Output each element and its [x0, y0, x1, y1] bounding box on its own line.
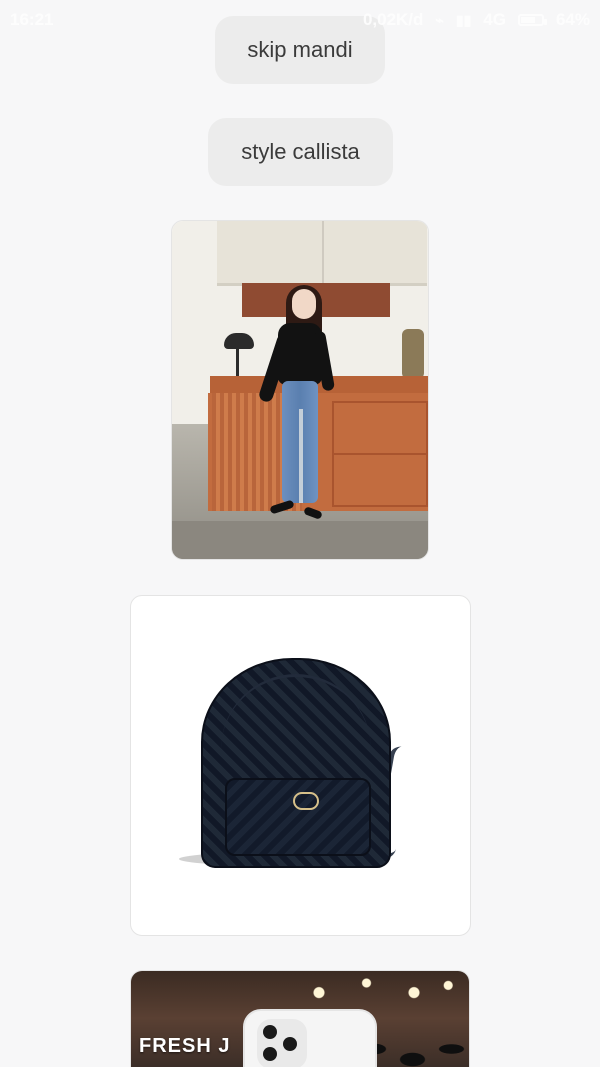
battery-fill: [520, 17, 536, 23]
chip-label: style callista: [241, 139, 360, 164]
photo-lamp: [224, 333, 254, 349]
status-bar: 16:21 0,02K/d ⌁ ▮▮ 4G 64%: [0, 0, 600, 40]
backpack-pocket: [225, 778, 371, 856]
photo-counter-door: [332, 453, 428, 507]
photo-counter-door: [332, 401, 428, 455]
battery-percent: 64%: [555, 10, 590, 29]
backpack-logo: [293, 792, 319, 810]
wifi-icon: ⌁: [435, 11, 444, 28]
status-right-group: 0,02K/d ⌁ ▮▮ 4G 64%: [363, 10, 590, 30]
quick-reply-chip-style-callista[interactable]: style callista: [208, 118, 393, 186]
photo-window: [217, 221, 427, 286]
photo-sign-text: FRESH J: [139, 1035, 231, 1057]
photo-leg-gap: [299, 409, 303, 503]
signal-icon: ▮▮: [455, 11, 472, 28]
photo-shoe: [269, 499, 295, 515]
photo-shoe: [303, 506, 323, 520]
photo-plant: [402, 329, 424, 379]
photo-camera-lens: [263, 1047, 277, 1061]
network-type: 4G: [483, 10, 506, 29]
photo-lamp-stand: [236, 349, 239, 379]
photo-camera-lens: [283, 1037, 297, 1051]
image-card-phone-case[interactable]: FRESH J: [130, 970, 470, 1067]
photo-head: [292, 289, 316, 319]
data-rate: 0,02K/d: [362, 10, 424, 29]
backpack: [201, 658, 391, 868]
battery-icon: [517, 14, 547, 26]
status-time: 16:21: [10, 10, 54, 29]
photo-camera-lens: [263, 1025, 277, 1039]
image-card-model-outfit[interactable]: [171, 220, 429, 560]
photo-person: [257, 285, 340, 549]
chat-screen: 16:21 0,02K/d ⌁ ▮▮ 4G 64% skip mandi sty…: [0, 0, 600, 1067]
chip-label: skip mandi: [247, 37, 353, 62]
image-card-backpack[interactable]: [130, 595, 471, 936]
